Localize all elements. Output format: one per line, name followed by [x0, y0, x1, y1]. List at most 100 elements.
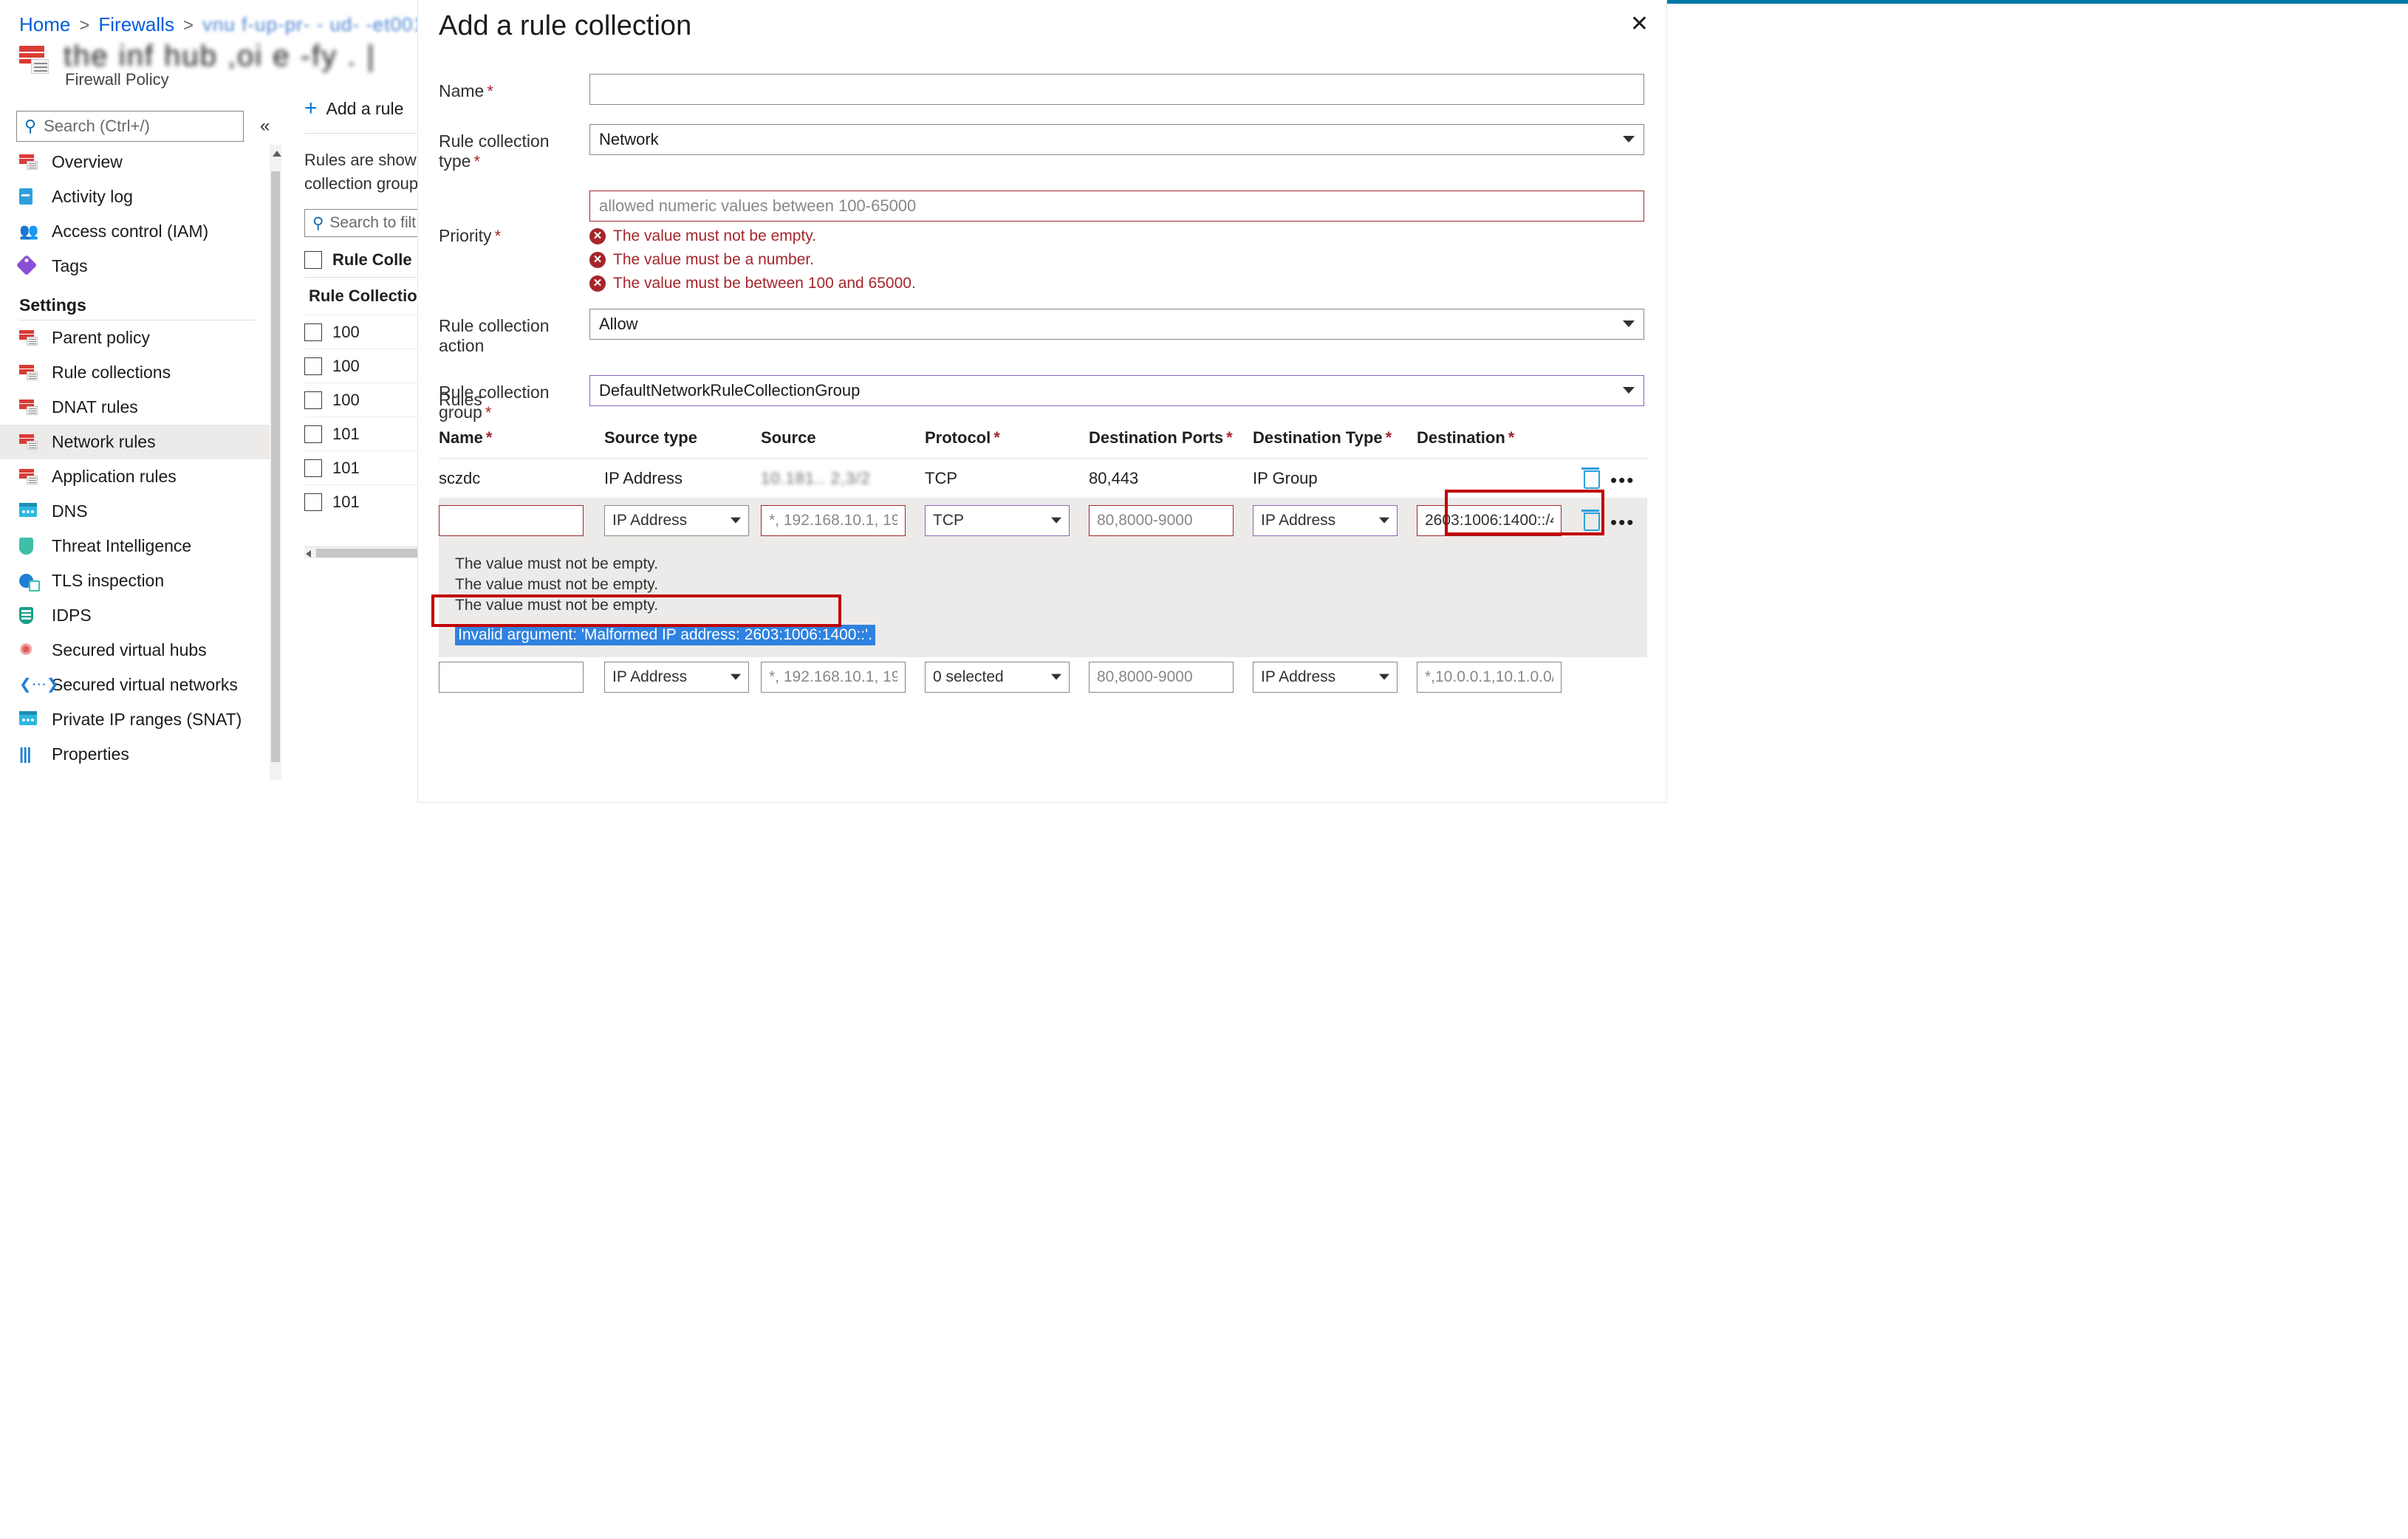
collapse-sidebar-icon[interactable]: «: [260, 116, 270, 137]
rule-protocol-select[interactable]: TCP: [925, 505, 1070, 536]
rule-destination-type-select[interactable]: IP Address: [1253, 662, 1398, 693]
error-icon: ✕: [589, 275, 606, 292]
priority-error: ✕ The value must be a number.: [589, 251, 1644, 269]
sidebar-item-rule-collections[interactable]: Rule collections: [0, 355, 273, 390]
plus-icon: +: [304, 96, 318, 120]
breadcrumb-home[interactable]: Home: [19, 13, 70, 35]
rule-collection-type-select[interactable]: Network: [589, 124, 1644, 155]
sidebar-item-threat-intelligence[interactable]: Threat Intelligence: [0, 529, 273, 563]
rule-source-type-cell: IP Address: [604, 662, 761, 693]
filter-input[interactable]: ⚲ Search to filt: [304, 209, 434, 237]
rule-collection-type-value: Network: [599, 130, 659, 148]
rule-destination-ports: 80,443: [1089, 468, 1139, 487]
table-row[interactable]: 101: [304, 417, 423, 450]
rule-source-cell: [761, 662, 925, 693]
rule-source-input[interactable]: [761, 505, 906, 536]
sidebar-item-activity-log[interactable]: Activity log: [0, 179, 273, 214]
row-checkbox[interactable]: [304, 425, 322, 443]
column-header-source: Source: [761, 428, 816, 447]
chevron-down-icon: [1379, 517, 1389, 524]
rule-source: 10.181.. 2,3/2: [761, 468, 871, 487]
rule-name-input[interactable]: [439, 662, 584, 693]
table-row[interactable]: 101: [304, 484, 423, 518]
firewall-policy-icon: [19, 44, 53, 78]
table-row[interactable]: 100: [304, 349, 423, 383]
rules-table-horizontal-scrollbar[interactable]: [304, 546, 434, 558]
scroll-up-icon[interactable]: [273, 151, 281, 157]
rule-destination-type: IP Group: [1253, 468, 1318, 487]
sidebar-item-properties[interactable]: ||| Properties: [0, 737, 273, 772]
sidebar-item-idps[interactable]: IDPS: [0, 598, 273, 633]
sidebar-item-dns[interactable]: DNS: [0, 494, 273, 529]
breadcrumb-firewalls[interactable]: Firewalls: [98, 13, 174, 35]
sidebar-item-private-ip-ranges[interactable]: Private IP ranges (SNAT): [0, 702, 273, 737]
sidebar-item-tags[interactable]: Tags: [0, 249, 273, 284]
sidebar-item-network-rules[interactable]: Network rules: [0, 425, 273, 459]
rules-table-header: Rule Colle: [304, 243, 423, 277]
field-rule-collection-group: Rule collection group * DefaultNetworkRul…: [418, 375, 1666, 422]
dns-icon: [19, 710, 40, 729]
sidebar-item-label: Properties: [52, 744, 129, 764]
close-icon[interactable]: ✕: [1630, 13, 1649, 35]
name-label: Name *: [439, 81, 493, 100]
sidebar-item-dnat-rules[interactable]: DNAT rules: [0, 390, 273, 425]
sidebar-item-tls-inspection[interactable]: TLS inspection: [0, 563, 273, 598]
rule-collection-group-select[interactable]: DefaultNetworkRuleCollectionGroup: [589, 375, 1644, 406]
row-checkbox[interactable]: [304, 357, 322, 375]
sidebar-item-parent-policy[interactable]: Parent policy: [0, 321, 273, 355]
dialog-title: Add a rule collection: [439, 10, 692, 41]
scrollbar-thumb[interactable]: [316, 549, 434, 558]
sidebar-item-access-control[interactable]: 👥 Access control (IAM): [0, 214, 273, 249]
rule-destination-input[interactable]: [1417, 662, 1562, 693]
row-checkbox[interactable]: [304, 391, 322, 409]
rules-note: Rules are shown collection group: [304, 148, 425, 196]
row-checkbox[interactable]: [304, 323, 322, 341]
sidebar-item-secured-virtual-networks[interactable]: ❮⋯❯ Secured virtual networks: [0, 668, 273, 702]
rule-destination-ports-input[interactable]: [1089, 662, 1234, 693]
rule-row-new[interactable]: IP Address 0 selected: [439, 657, 1647, 697]
rule-protocol: TCP: [925, 468, 957, 487]
add-a-rule-button[interactable]: + Add a rule: [304, 96, 423, 121]
toolbar-divider: [304, 133, 437, 134]
table-row[interactable]: 100: [304, 315, 423, 349]
trash-icon[interactable]: [1581, 466, 1600, 489]
row-priority: 101: [332, 458, 360, 477]
more-options-icon[interactable]: •••: [1610, 511, 1635, 533]
sidebar-search-box[interactable]: ⚲ Search (Ctrl+/): [16, 111, 244, 142]
search-icon: ⚲: [24, 117, 37, 135]
more-options-icon[interactable]: •••: [1610, 469, 1635, 491]
sidebar-item-label: TLS inspection: [52, 571, 165, 590]
rule-destination-type-select[interactable]: IP Address: [1253, 505, 1398, 536]
row-checkbox[interactable]: [304, 493, 322, 511]
rule-destination-ports-input[interactable]: [1089, 505, 1234, 536]
rules-note-line-1: Rules are shown: [304, 151, 425, 169]
rules-table-header-label: Rule Colle: [332, 250, 412, 269]
chevron-down-icon: [1051, 517, 1061, 524]
sidebar-item-application-rules[interactable]: Application rules: [0, 459, 273, 494]
select-all-checkbox[interactable]: [304, 251, 322, 269]
sidebar-scrollbar[interactable]: [270, 145, 281, 780]
error-icon: ✕: [589, 228, 606, 244]
rules-note-line-2: collection group: [304, 174, 419, 193]
priority-label: Priority *: [439, 226, 502, 245]
field-rule-collection-type: Rule collection type * Network: [418, 124, 1666, 171]
scroll-left-icon[interactable]: [306, 550, 311, 558]
rules-section-label: Rules: [439, 390, 482, 409]
table-row[interactable]: 100: [304, 383, 423, 417]
rule-collection-action-select[interactable]: Allow: [589, 309, 1644, 340]
row-checkbox[interactable]: [304, 459, 322, 477]
rule-source-type-select[interactable]: IP Address: [604, 662, 749, 693]
sidebar-item-overview[interactable]: Overview: [0, 145, 273, 179]
sidebar-item-secured-virtual-hubs[interactable]: ✺ Secured virtual hubs: [0, 633, 273, 668]
table-row[interactable]: 101: [304, 450, 423, 484]
rule-protocol-select[interactable]: 0 selected: [925, 662, 1070, 693]
rule-source-input[interactable]: [761, 662, 906, 693]
rule-name-input[interactable]: [439, 505, 584, 536]
scrollbar-thumb[interactable]: [271, 171, 280, 762]
column-header-protocol: Protocol *: [925, 428, 1000, 447]
priority-input[interactable]: [589, 191, 1644, 222]
chevron-down-icon: [1623, 321, 1635, 328]
rule-source-type-select[interactable]: IP Address: [604, 505, 749, 536]
rule-protocol-value: TCP: [933, 512, 964, 529]
name-input[interactable]: [589, 74, 1644, 105]
